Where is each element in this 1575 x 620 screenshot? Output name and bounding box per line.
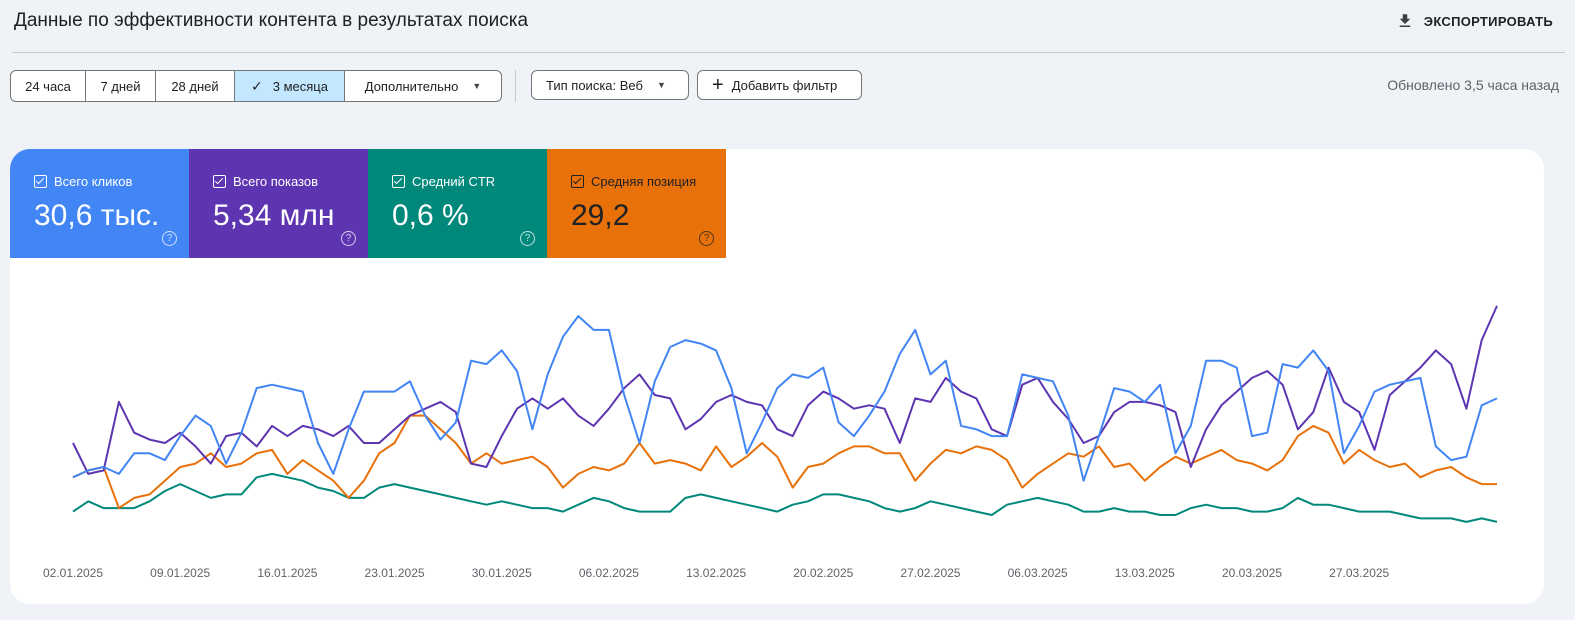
metric-value: 29,2 bbox=[571, 199, 630, 232]
series-line-2 bbox=[72, 414, 1497, 510]
checkbox-icon bbox=[34, 175, 47, 188]
x-tick-label: 30.01.2025 bbox=[472, 566, 532, 580]
date-range-28d-label: 28 дней bbox=[171, 78, 219, 94]
help-icon[interactable]: ? bbox=[520, 231, 535, 246]
date-range-7d-label: 7 дней bbox=[100, 78, 141, 94]
date-range-selector: 24 часа 7 дней 28 дней ✓ 3 месяца Дополни… bbox=[10, 70, 502, 102]
add-filter-button[interactable]: + Добавить фильтр bbox=[697, 70, 862, 100]
date-range-24h[interactable]: 24 часа bbox=[11, 71, 86, 101]
x-tick-label: 06.03.2025 bbox=[1008, 566, 1068, 580]
x-tick-label: 20.02.2025 bbox=[793, 566, 853, 580]
download-icon bbox=[1399, 14, 1411, 27]
dropdown-arrow-icon: ▼ bbox=[656, 80, 666, 90]
series-line-1 bbox=[72, 305, 1498, 475]
date-range-3m[interactable]: ✓ 3 месяца bbox=[235, 71, 345, 101]
toolbar: 24 часа 7 дней 28 дней ✓ 3 месяца Дополни… bbox=[10, 70, 1565, 102]
dropdown-arrow-icon: ▼ bbox=[472, 81, 482, 91]
help-icon[interactable]: ? bbox=[162, 231, 177, 246]
x-tick-label: 13.03.2025 bbox=[1115, 566, 1175, 580]
x-tick-label: 09.01.2025 bbox=[150, 566, 210, 580]
metric-value: 30,6 тыс. bbox=[34, 199, 160, 232]
page-title: Данные по эффективности контента в резул… bbox=[14, 10, 529, 31]
date-range-28d[interactable]: 28 дней bbox=[156, 71, 235, 101]
date-range-24h-label: 24 часа bbox=[25, 78, 71, 94]
help-icon[interactable]: ? bbox=[341, 231, 356, 246]
plus-icon: + bbox=[712, 74, 724, 96]
checkbox-icon bbox=[571, 175, 584, 188]
help-icon[interactable]: ? bbox=[699, 231, 714, 246]
toolbar-separator bbox=[515, 70, 516, 102]
search-type-dropdown[interactable]: Тип поиска: Веб ▼ bbox=[531, 70, 689, 100]
header-divider bbox=[12, 52, 1565, 53]
x-tick-label: 23.01.2025 bbox=[365, 566, 425, 580]
checkbox-icon bbox=[392, 175, 405, 188]
metric-tile-clicks[interactable]: Всего кликов 30,6 тыс. ? bbox=[10, 149, 189, 258]
add-filter-label: Добавить фильтр bbox=[731, 77, 838, 93]
series-line-0 bbox=[72, 315, 1498, 482]
metric-label: Средняя позиция bbox=[591, 174, 697, 189]
checkbox-icon bbox=[213, 175, 226, 188]
date-range-3m-label: 3 месяца bbox=[272, 78, 328, 94]
metric-label: Всего кликов bbox=[54, 174, 133, 189]
x-tick-label: 16.01.2025 bbox=[257, 566, 317, 580]
updated-status: Обновлено 3,5 часа назад bbox=[1387, 77, 1559, 93]
x-tick-label: 13.02.2025 bbox=[686, 566, 746, 580]
x-tick-label: 02.01.2025 bbox=[43, 566, 103, 580]
metric-label: Средний CTR bbox=[412, 174, 496, 189]
performance-card: 02.01.2025 09.01.2025 16.01.2025 23.01.2025… bbox=[10, 149, 1544, 604]
metric-tile-ctr[interactable]: Средний CTR 0,6 % ? bbox=[368, 149, 547, 258]
metric-tile-position[interactable]: Средняя позиция 29,2 ? bbox=[547, 149, 726, 258]
x-tick-label: 20.03.2025 bbox=[1222, 566, 1282, 580]
metric-value: 5,34 млн bbox=[213, 199, 335, 232]
metric-label: Всего показов bbox=[233, 174, 318, 189]
x-tick-label: 27.02.2025 bbox=[900, 566, 960, 580]
date-range-7d[interactable]: 7 дней bbox=[86, 71, 156, 101]
series-line-3 bbox=[72, 472, 1498, 523]
header-bar: Данные по эффективности контента в резул… bbox=[0, 0, 1575, 52]
export-button[interactable]: ЭКСПОРТИРОВАТЬ bbox=[1396, 10, 1553, 32]
date-range-more-dropdown[interactable]: Дополнительно ▼ bbox=[345, 71, 501, 101]
export-label: ЭКСПОРТИРОВАТЬ bbox=[1423, 13, 1553, 29]
search-type-label: Тип поиска: Веб bbox=[546, 77, 643, 93]
date-range-more-label: Дополнительно bbox=[364, 78, 459, 94]
metric-tile-impressions[interactable]: Всего показов 5,34 млн ? bbox=[189, 149, 368, 258]
x-tick-label: 06.02.2025 bbox=[579, 566, 639, 580]
x-tick-label: 27.03.2025 bbox=[1329, 566, 1389, 580]
check-icon: ✓ bbox=[251, 77, 263, 94]
metric-value: 0,6 % bbox=[392, 199, 469, 232]
